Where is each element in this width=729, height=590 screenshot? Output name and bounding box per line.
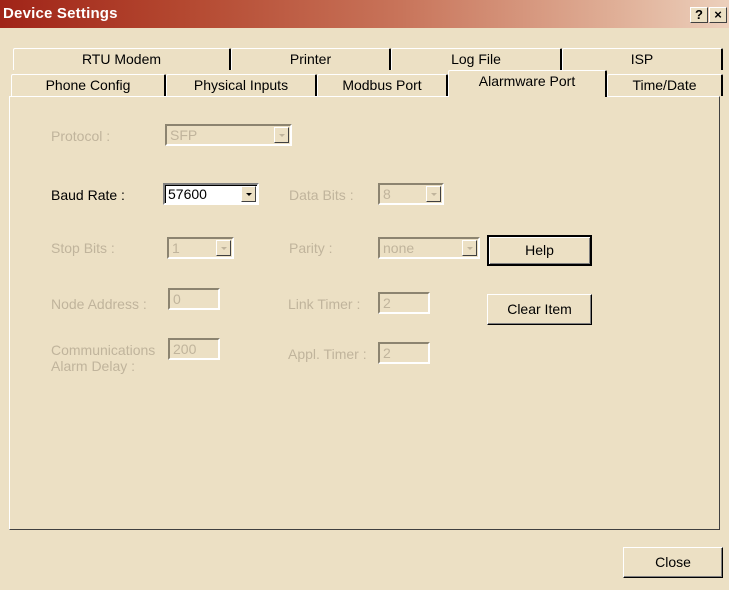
tab-modbus-port[interactable]: Modbus Port [317,74,448,96]
alarmware-port-panel [9,96,720,530]
parity-value: none [383,240,415,256]
chevron-down-icon[interactable] [274,127,289,143]
chevron-down-icon[interactable] [216,240,231,256]
comm-alarm-delay-label-line2: Alarm Delay : [51,358,136,374]
appl-timer-label: Appl. Timer : [288,346,367,362]
chevron-down-icon[interactable] [462,240,477,256]
comm-alarm-delay-label-line1: Communications [51,342,156,358]
data-bits-label: Data Bits : [289,187,354,203]
stop-bits-value: 1 [172,240,180,256]
tab-log-file[interactable]: Log File [391,48,562,70]
stop-bits-select[interactable]: 1 [167,237,234,259]
appl-timer-field[interactable]: 2 [378,342,430,364]
node-address-label: Node Address : [51,296,147,312]
baud-rate-label: Baud Rate : [51,187,125,203]
data-bits-select[interactable]: 8 [378,183,444,205]
tab-rtu-modem[interactable]: RTU Modem [13,48,231,70]
help-button[interactable]: Help [487,235,592,266]
close-icon[interactable]: × [709,7,727,23]
baud-rate-value: 57600 [168,186,207,202]
tab-physical-inputs[interactable]: Physical Inputs [166,74,317,96]
tab-isp[interactable]: ISP [562,48,723,70]
comm-alarm-delay-field[interactable]: 200 [168,338,220,360]
protocol-value: SFP [170,127,198,143]
device-settings-window: Device Settings ? × RTU Modem Printer Lo… [0,0,729,590]
tab-time-date[interactable]: Time/Date [607,74,723,96]
parity-select[interactable]: none [378,237,480,259]
window-title: Device Settings [3,5,118,22]
tab-phone-config[interactable]: Phone Config [11,74,166,96]
close-button[interactable]: Close [623,547,723,578]
clear-item-button[interactable]: Clear Item [487,294,592,325]
link-timer-field[interactable]: 2 [378,292,430,314]
tab-alarmware-port[interactable]: Alarmware Port [448,70,607,97]
link-timer-label: Link Timer : [288,296,361,312]
protocol-label: Protocol : [51,128,111,144]
chevron-down-icon[interactable] [241,186,256,202]
protocol-select[interactable]: SFP [165,124,292,146]
tab-printer[interactable]: Printer [231,48,391,70]
help-icon[interactable]: ? [690,7,708,23]
parity-label: Parity : [289,240,333,256]
title-bar[interactable]: Device Settings ? × [0,0,729,28]
stop-bits-label: Stop Bits : [51,240,115,256]
node-address-field[interactable]: 0 [168,288,220,310]
chevron-down-icon[interactable] [426,186,441,202]
baud-rate-select[interactable]: 57600 [163,183,259,205]
data-bits-value: 8 [383,186,391,202]
